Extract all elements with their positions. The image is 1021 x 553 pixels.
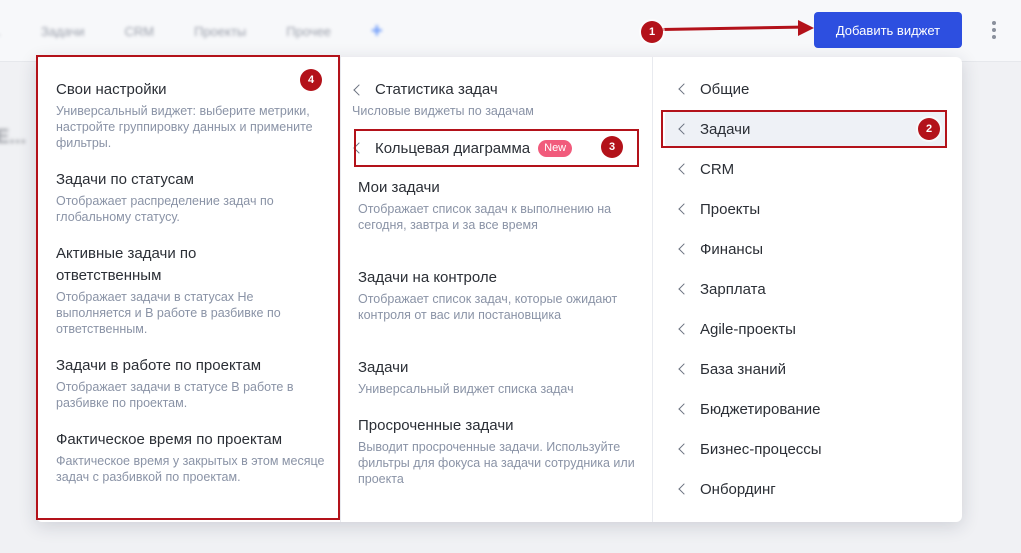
- widget-item[interactable]: Мои задачи Отображает список задач к вып…: [358, 177, 638, 233]
- chevron-left-icon: [678, 283, 690, 295]
- bg-tab[interactable]: Прочее: [286, 24, 331, 39]
- widget-title: Задачи на контроле: [358, 269, 497, 286]
- widget-item[interactable]: Просроченные задачи Выводит просроченные…: [358, 415, 638, 487]
- category-label: Зарплата: [700, 280, 766, 298]
- bg-tab[interactable]: ...: [0, 24, 1, 39]
- annotation-arrow-head-icon: [798, 20, 814, 36]
- category-item-knowledge-base[interactable]: База знаний: [677, 358, 786, 380]
- category-label: Проекты: [700, 200, 761, 218]
- widget-title: Мои задачи: [358, 179, 440, 196]
- chevron-left-icon: [678, 243, 690, 255]
- category-item-agile[interactable]: Agile-проекты: [677, 318, 796, 340]
- add-tab-plus-icon[interactable]: +: [371, 20, 383, 43]
- chevron-left-icon: [678, 443, 690, 455]
- chevron-left-icon: [678, 483, 690, 495]
- category-label: Общие: [700, 80, 750, 98]
- category-label: CRM: [700, 160, 735, 178]
- stats-group-title: Статистика задач: [375, 81, 498, 98]
- category-item-finance[interactable]: Финансы: [677, 238, 763, 260]
- category-label: База знаний: [700, 360, 786, 378]
- annotation-badge-1: 1: [641, 21, 663, 43]
- bg-tab[interactable]: CRM: [125, 24, 155, 39]
- stats-group-item[interactable]: Статистика задач Числовые виджеты по зад…: [352, 79, 638, 119]
- kebab-menu-icon[interactable]: [986, 18, 1002, 42]
- widget-desc: Отображает список задач к выполнению на …: [358, 202, 612, 232]
- category-item-budgeting[interactable]: Бюджетирование: [677, 398, 820, 420]
- annotation-badge-2: 2: [918, 118, 940, 140]
- widget-title: Просроченные задачи: [358, 417, 514, 434]
- annotation-box-widget-list: [36, 55, 340, 520]
- chevron-left-icon: [678, 323, 690, 335]
- category-label: Онбординг: [700, 480, 776, 498]
- widget-item[interactable]: Задачи Универсальный виджет списка задач: [358, 357, 638, 397]
- category-item-crm[interactable]: CRM: [677, 158, 734, 180]
- category-label: Бизнес-процессы: [700, 440, 822, 458]
- category-item-business-processes[interactable]: Бизнес-процессы: [677, 438, 822, 460]
- annotation-box-ring-chart: [354, 129, 639, 167]
- annotation-badge-3: 3: [601, 136, 623, 158]
- category-label: Финансы: [700, 240, 763, 258]
- widget-title: Задачи: [358, 359, 409, 376]
- task-widgets-column: Статистика задач Числовые виджеты по зад…: [340, 57, 652, 522]
- add-widget-button[interactable]: Добавить виджет: [814, 12, 962, 48]
- chevron-left-icon: [678, 403, 690, 415]
- background-tabs: ... Задачи CRM Проекты Прочее +: [0, 0, 383, 62]
- annotation-badge-4: 4: [300, 69, 322, 91]
- chevron-left-icon: [353, 84, 365, 96]
- bg-tab[interactable]: Проекты: [194, 24, 246, 39]
- category-item-onboarding[interactable]: Онбординг: [677, 478, 776, 500]
- chevron-left-icon: [678, 83, 690, 95]
- chevron-left-icon: [678, 163, 690, 175]
- stats-group-desc: Числовые виджеты по задачам: [352, 104, 534, 118]
- widget-item[interactable]: Задачи на контроле Отображает список зад…: [358, 267, 638, 323]
- category-item-salary[interactable]: Зарплата: [677, 278, 766, 300]
- category-label: Бюджетирование: [700, 400, 821, 418]
- chevron-left-icon: [678, 203, 690, 215]
- chevron-left-icon: [678, 363, 690, 375]
- widget-desc: Отображает список задач, которые ожидают…: [358, 292, 618, 322]
- widget-desc: Универсальный виджет списка задач: [358, 382, 574, 396]
- bg-tab[interactable]: Задачи: [41, 24, 85, 39]
- category-item-general[interactable]: Общие: [677, 78, 749, 100]
- annotation-box-tasks-category: [661, 110, 947, 148]
- bg-page-title: E...: [0, 126, 27, 148]
- category-item-projects[interactable]: Проекты: [677, 198, 760, 220]
- category-label: Agile-проекты: [700, 320, 796, 338]
- widget-desc: Выводит просроченные задачи. Используйте…: [358, 440, 635, 486]
